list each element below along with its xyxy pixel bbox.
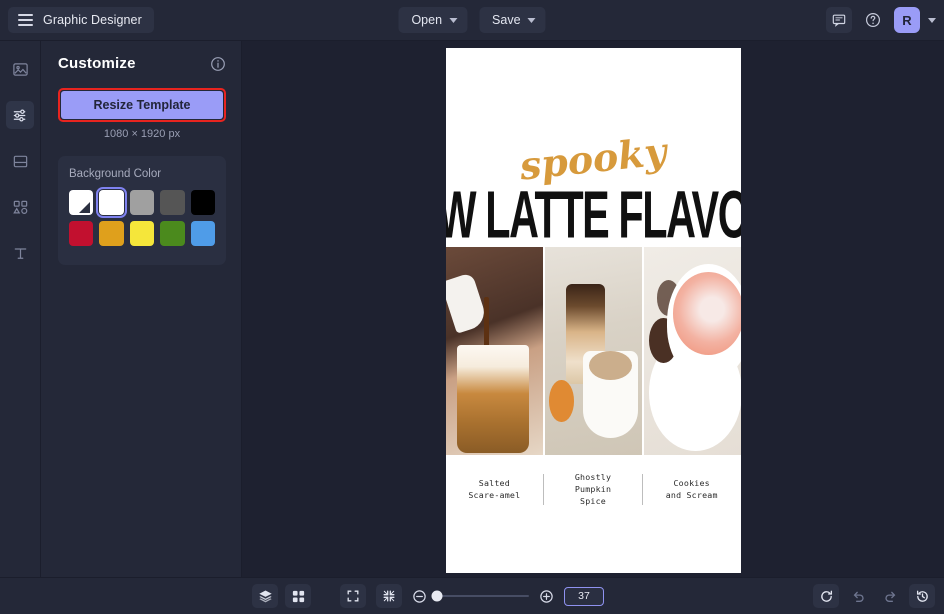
swatch-black[interactable]: [190, 190, 216, 215]
latte-glass-shape: [457, 344, 529, 453]
resize-template-highlight: Resize Template: [58, 88, 226, 122]
layers-icon[interactable]: [252, 584, 278, 608]
photo-cookies-and-cream-latte[interactable]: [643, 247, 741, 455]
help-icon[interactable]: [860, 7, 886, 33]
swatch-red[interactable]: [69, 221, 94, 246]
flavor-label-2[interactable]: Ghostly Pumpkin Spice: [544, 472, 642, 507]
flavor-label-1[interactable]: Salted Scare-amel: [446, 478, 544, 502]
zoom-controls: [340, 584, 604, 608]
open-button[interactable]: Open: [398, 7, 468, 33]
top-right-actions: R: [826, 7, 936, 33]
app-root: Graphic Designer Open Save R Customize R…: [0, 0, 944, 614]
chevron-down-icon: [527, 17, 536, 23]
pumpkin-shape: [549, 380, 574, 422]
poster-headline: NEW LATTE FLAVORS: [446, 178, 741, 253]
photo-pumpkin-spice-dessert[interactable]: [544, 247, 644, 455]
swatch-green[interactable]: [160, 221, 185, 246]
shrink-icon[interactable]: [376, 584, 402, 608]
refresh-icon[interactable]: [813, 584, 839, 608]
chevron-down-icon[interactable]: [928, 17, 936, 23]
rail-item-elements[interactable]: [6, 193, 34, 221]
photo-caramel-latte-pour[interactable]: [445, 247, 545, 455]
poster-headline-group[interactable]: NEW LATTE FLAVORS spooky: [446, 120, 741, 252]
resize-template-button[interactable]: Resize Template: [61, 91, 223, 119]
bottom-bar: [0, 577, 944, 614]
customize-panel: Customize Resize Template 1080 × 1920 px…: [41, 41, 242, 577]
app-title: Graphic Designer: [43, 13, 142, 27]
swatch-gray[interactable]: [129, 190, 155, 215]
swatch-orange[interactable]: [99, 221, 124, 246]
history-icon[interactable]: [909, 584, 935, 608]
background-color-card: Background Color: [58, 156, 226, 265]
save-label: Save: [492, 13, 521, 27]
rail-item-media[interactable]: [6, 55, 34, 83]
rail-item-customize[interactable]: [6, 101, 34, 129]
bottom-left-tools: [252, 584, 311, 608]
zoom-slider-handle[interactable]: [431, 590, 443, 602]
corner-triangle-icon: [79, 202, 91, 213]
info-icon[interactable]: [210, 56, 226, 72]
app-menu-chip[interactable]: Graphic Designer: [8, 7, 154, 33]
swatch-row-neutrals: [69, 187, 216, 218]
poster-flavor-row: Salted Scare-amel Ghostly Pumpkin Spice …: [446, 472, 741, 507]
rail-item-layout[interactable]: [6, 147, 34, 175]
zoom-input[interactable]: [564, 586, 604, 606]
panel-header: Customize: [58, 55, 226, 72]
zoom-slider[interactable]: [431, 590, 529, 602]
top-bar: Graphic Designer Open Save R: [0, 0, 944, 41]
template-dimensions: 1080 × 1920 px: [103, 128, 181, 140]
milk-jug-shape: [445, 272, 489, 334]
swatch-yellow[interactable]: [129, 221, 155, 246]
background-color-label: Background Color: [69, 168, 162, 180]
avatar[interactable]: R: [894, 7, 920, 33]
swatch-row-colors: [69, 221, 216, 246]
rail-item-text[interactable]: [6, 239, 34, 267]
pink-latte-foam-shape: [672, 271, 741, 356]
swatch-blue[interactable]: [190, 221, 216, 246]
zoom-out-icon[interactable]: [412, 589, 427, 604]
bottom-right-tools: [813, 584, 935, 608]
artboard[interactable]: NEW LATTE FLAVORS spooky: [445, 48, 741, 573]
top-center-actions: Open Save: [398, 7, 546, 33]
hamburger-icon[interactable]: [18, 14, 33, 26]
panel-title: Customize: [58, 55, 136, 72]
swatch-white[interactable]: [96, 187, 127, 218]
redo-icon[interactable]: [877, 584, 903, 608]
grid-icon[interactable]: [285, 584, 311, 608]
flavor-label-3[interactable]: Cookies and Scream: [643, 478, 741, 502]
tool-rail: [0, 41, 41, 577]
fit-screen-icon[interactable]: [340, 584, 366, 608]
zoom-in-icon[interactable]: [539, 589, 554, 604]
app-body: Customize Resize Template 1080 × 1920 px…: [0, 41, 944, 577]
comment-icon[interactable]: [826, 7, 852, 33]
swatch-dark-gray[interactable]: [160, 190, 185, 215]
chevron-down-icon: [449, 17, 458, 23]
latte-foam-shape: [589, 351, 632, 381]
save-button[interactable]: Save: [479, 7, 546, 33]
open-label: Open: [411, 13, 443, 27]
poster-photo-strip: [445, 247, 741, 455]
canvas-area[interactable]: NEW LATTE FLAVORS spooky: [242, 41, 944, 577]
swatch-transparent[interactable]: [69, 190, 94, 215]
undo-icon[interactable]: [845, 584, 871, 608]
